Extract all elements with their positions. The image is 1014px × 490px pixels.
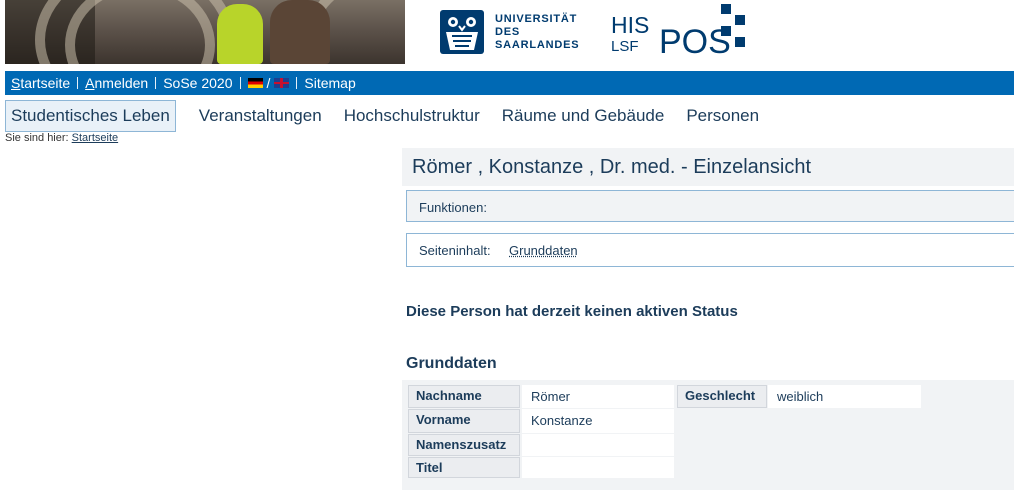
main-navigation: Studentisches Leben Veranstaltungen Hoch… bbox=[5, 100, 770, 132]
nav-home-link[interactable]: Startseite bbox=[5, 75, 76, 91]
flag-uk-icon[interactable] bbox=[274, 78, 290, 88]
top-navigation-bar: Startseite Anmelden SoSe 2020 / Sitemap bbox=[5, 71, 1014, 95]
nav-login-link[interactable]: Anmelden bbox=[79, 75, 154, 91]
tab-hochschulstruktur[interactable]: Hochschulstruktur bbox=[333, 101, 491, 131]
logo-lsf-text: LSF bbox=[611, 38, 639, 55]
titel-label: Titel bbox=[408, 457, 520, 478]
geschlecht-value: weiblich bbox=[768, 385, 921, 408]
flag-de-icon[interactable] bbox=[247, 78, 263, 88]
tab-studentisches-leben[interactable]: Studentisches Leben bbox=[5, 100, 176, 132]
main-content: Römer , Konstanze , Dr. med. - Einzelans… bbox=[402, 148, 1014, 490]
geschlecht-label: Geschlecht bbox=[677, 385, 767, 408]
breadcrumb: Sie sind hier: Startseite bbox=[5, 132, 118, 144]
logo-square-icon bbox=[735, 37, 745, 47]
nav-separator bbox=[296, 77, 298, 89]
his-lsf-pos-logo: HIS LSF POS bbox=[609, 4, 754, 62]
page-content-box: Seiteninhalt: Grunddaten bbox=[406, 233, 1014, 267]
namenszusatz-value bbox=[522, 434, 674, 456]
nachname-label: Nachname bbox=[408, 385, 520, 408]
nachname-value: Römer bbox=[522, 385, 674, 408]
logo-square-icon bbox=[721, 26, 731, 36]
functions-label: Funktionen: bbox=[419, 200, 487, 215]
page-content-label: Seiteninhalt: bbox=[419, 243, 491, 258]
tab-raeume-und-gebaeude[interactable]: Räume und Gebäude bbox=[491, 101, 676, 131]
section-heading-grunddaten: Grunddaten bbox=[406, 355, 497, 372]
page-title-bar: Römer , Konstanze , Dr. med. - Einzelans… bbox=[402, 148, 1014, 186]
nav-separator bbox=[77, 77, 79, 89]
university-crest-icon bbox=[440, 10, 484, 54]
page-title: Römer , Konstanze , Dr. med. - Einzelans… bbox=[412, 156, 812, 178]
status-message: Diese Person hat derzeit keinen aktiven … bbox=[406, 303, 738, 320]
logo-square-icon bbox=[735, 15, 745, 25]
language-switcher: / bbox=[242, 75, 296, 91]
titel-value bbox=[522, 457, 674, 478]
vorname-label: Vorname bbox=[408, 409, 520, 433]
grunddaten-anchor-link[interactable]: Grunddaten bbox=[509, 243, 578, 258]
university-name: UNIVERSITÄT DES SAARLANDES bbox=[495, 13, 580, 51]
namenszusatz-label: Namenszusatz bbox=[408, 434, 520, 456]
tab-veranstaltungen[interactable]: Veranstaltungen bbox=[188, 101, 333, 131]
language-separator: / bbox=[266, 75, 271, 91]
breadcrumb-prefix: Sie sind hier: bbox=[5, 132, 69, 144]
semester-selector[interactable]: SoSe 2020 bbox=[157, 75, 238, 91]
functions-box: Funktionen: bbox=[406, 190, 1014, 222]
nav-sitemap-link[interactable]: Sitemap bbox=[298, 75, 361, 91]
grunddaten-table: Nachname Römer Vorname Konstanze Namensz… bbox=[402, 380, 1014, 490]
header-photo bbox=[5, 0, 405, 64]
vorname-value: Konstanze bbox=[522, 409, 674, 433]
logo-square-icon bbox=[721, 4, 731, 14]
nav-separator bbox=[155, 77, 157, 89]
tab-personen[interactable]: Personen bbox=[675, 101, 770, 131]
nav-separator bbox=[239, 77, 241, 89]
university-logo[interactable]: UNIVERSITÄT DES SAARLANDES bbox=[437, 6, 580, 58]
page-header: UNIVERSITÄT DES SAARLANDES HIS LSF POS bbox=[0, 0, 1014, 68]
logo-his-text: HIS bbox=[611, 12, 650, 38]
breadcrumb-home-link[interactable]: Startseite bbox=[72, 132, 118, 144]
